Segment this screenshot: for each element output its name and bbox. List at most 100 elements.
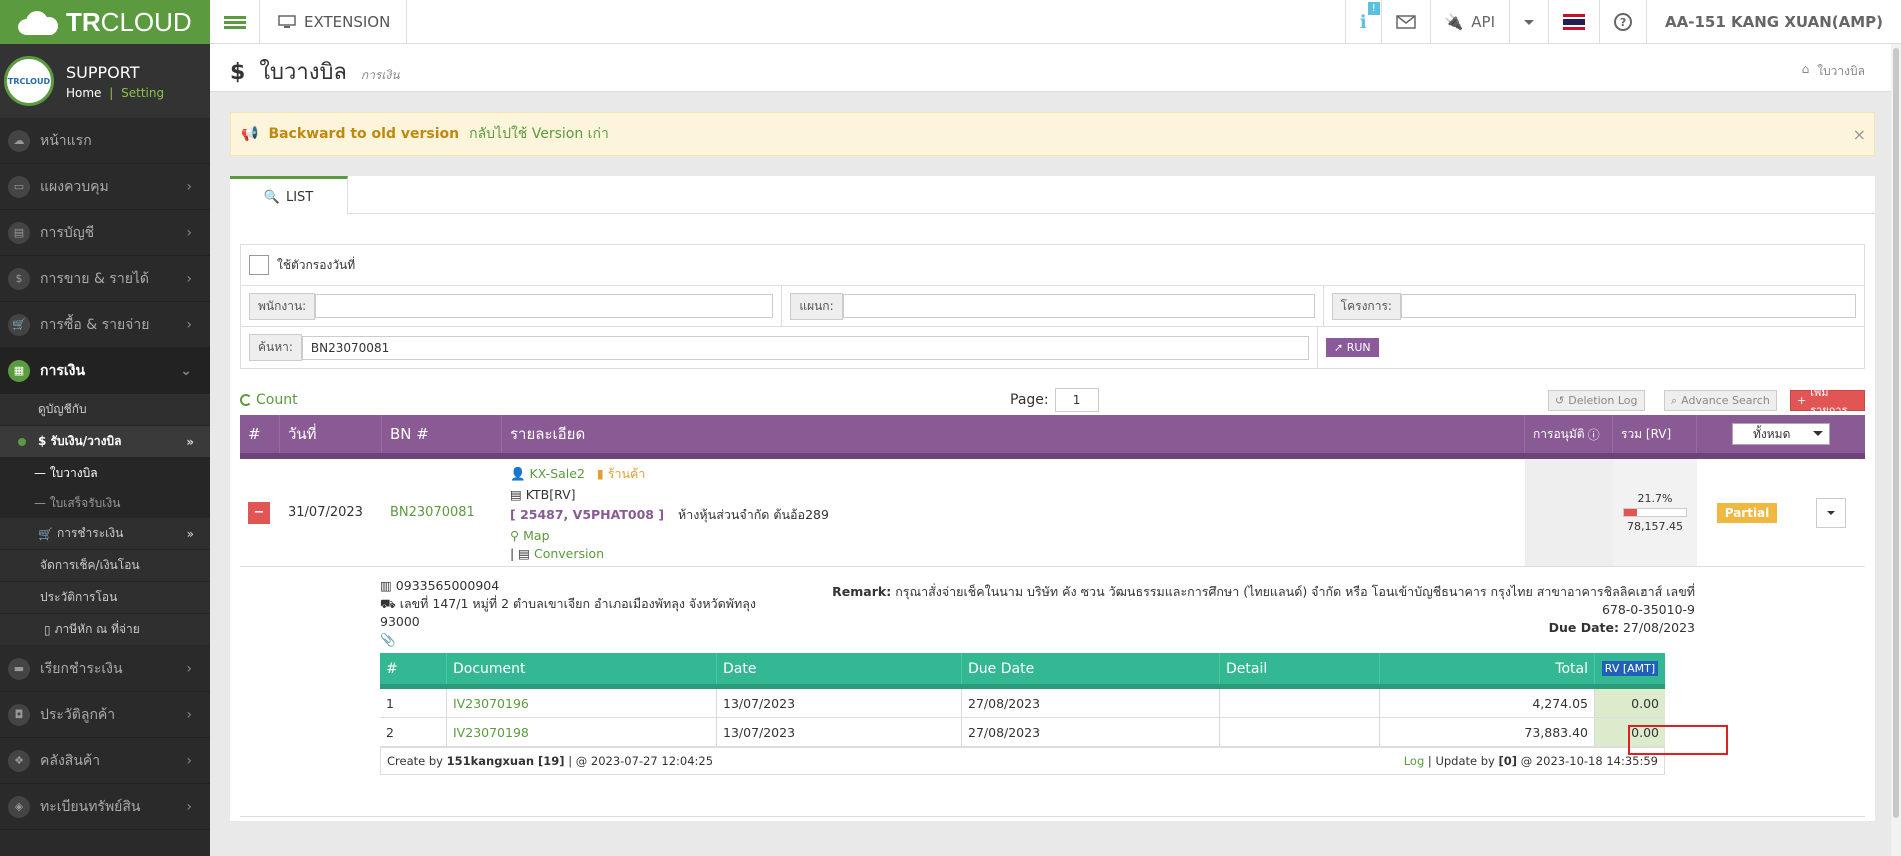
remark-block: Remark: กรุณาสั่งจ่ายเช็คในนาม บริษัท คั…	[825, 583, 1695, 637]
inv-row-due: 27/08/2023	[962, 689, 1220, 717]
close-icon[interactable]: ×	[1853, 125, 1866, 144]
sidebar-sub-label: การชำระเงิน	[56, 526, 124, 540]
expanded-detail: ▥ 0933565000904 ⛟ เลขที่ 147/1 หมู่ที่ 2…	[240, 567, 1865, 817]
chevron-right-icon: ›	[186, 270, 192, 287]
col-bn[interactable]: BN #	[382, 415, 502, 453]
sidebar-item-customer-history[interactable]: ◘ ประวัติลูกค้า ›	[0, 692, 210, 738]
deletion-log-button[interactable]: ↺ Deletion Log	[1548, 390, 1645, 411]
customer-code[interactable]: [ 25487, V5PHAT008 ]	[510, 507, 664, 522]
project-input[interactable]	[1400, 294, 1856, 318]
map-link[interactable]: Map	[523, 528, 549, 543]
date-filter-checkbox[interactable]	[249, 255, 269, 275]
table-row: 2 IV23070198 13/07/2023 27/08/2023 73,88…	[380, 718, 1665, 747]
sidebar-sub2-billing-note[interactable]: — ใบวางบิล	[0, 458, 210, 488]
setting-link[interactable]: Setting	[121, 86, 164, 100]
chevron-right-icon: ›	[186, 706, 192, 723]
inv-row-document-link[interactable]: IV23070198	[447, 718, 717, 746]
avatar[interactable]: TRCLOUD	[4, 56, 54, 106]
inv-row-rv-amount[interactable]: 0.00	[1595, 689, 1665, 717]
col-date[interactable]: วันที่	[280, 415, 382, 453]
sidebar-item-purchase[interactable]: 🛒 การซื้อ & รายจ่าย ›	[0, 302, 210, 348]
chevron-right-icon: ›	[186, 752, 192, 769]
sidebar-item-collection[interactable]: ▬ เรียกชำระเงิน ›	[0, 646, 210, 692]
notification-button[interactable]: ℹ !	[1344, 0, 1381, 44]
status-badge: Partial	[1716, 502, 1778, 523]
sidebar-item-label: ทะเบียนทรัพย์สิน	[40, 798, 141, 815]
invoice-table-header: # Document Date Due Date Detail Total RV…	[380, 653, 1665, 689]
sidebar-item-home[interactable]: ☁ หน้าแรก	[0, 118, 210, 164]
count-button[interactable]: Count	[240, 392, 298, 408]
sidebar-item-accounting[interactable]: ▤ การบัญชี ›	[0, 210, 210, 256]
active-dot-icon	[18, 437, 26, 446]
search-input[interactable]: BN23070081	[301, 335, 1309, 360]
search-icon: ⌕	[1671, 393, 1678, 407]
brand-logo[interactable]: TRCLOUD	[0, 0, 210, 44]
row-bn-link[interactable]: BN23070081	[382, 459, 502, 566]
book-icon: ▤	[8, 221, 30, 244]
status-filter-select[interactable]: ทั้งหมด	[1732, 423, 1830, 445]
user-name: AA-151 KANG XUAN(AMP)	[1665, 13, 1883, 31]
sales-person-link[interactable]: KX-Sale2	[530, 466, 585, 481]
page-scrollbar[interactable]	[1891, 44, 1901, 856]
create-user: 151kangxuan [19]	[446, 754, 565, 768]
conversion-link[interactable]: Conversion	[534, 546, 604, 561]
sidebar-sub-withholding-tax[interactable]: ▯ ภาษีหัก ณ ที่จ่าย	[0, 614, 210, 646]
row-action-dropdown[interactable]	[1816, 497, 1846, 528]
log-link[interactable]: Log	[1404, 754, 1425, 768]
inv-col-due: Due Date	[962, 653, 1220, 684]
collapse-button[interactable]: −	[248, 501, 270, 524]
old-version-link[interactable]: กลับไปใช้ Version เก่า	[469, 123, 609, 145]
api-button[interactable]: 🔌 API	[1429, 0, 1509, 44]
tab-label: LIST	[285, 189, 314, 205]
inv-row-document-link[interactable]: IV23070196	[447, 689, 717, 717]
dropdown-caret-button[interactable]	[1509, 0, 1548, 44]
refresh-icon	[240, 394, 252, 406]
chevron-right-icon: ›	[186, 660, 192, 677]
inv-row-total: 4,274.05	[1380, 689, 1595, 717]
paperclip-icon[interactable]: 📎	[380, 632, 396, 647]
add-item-button[interactable]: + เพิ่มรายการ	[1790, 386, 1865, 417]
audit-footer: Create by 151kangxuan [19] | @ 2023-07-2…	[380, 747, 1665, 775]
sidebar-sub-transfer-history[interactable]: ประวัติการโอน	[0, 582, 210, 614]
run-button[interactable]: ➚ RUN	[1326, 338, 1379, 357]
extension-label: EXTENSION	[304, 13, 391, 31]
help-button[interactable]: ?	[1599, 0, 1646, 44]
sidebar-sub-receive-billing[interactable]: $ รับเงิน/วางบิล »	[0, 426, 210, 458]
home-link[interactable]: Home	[66, 86, 101, 100]
shop-link[interactable]: ร้านค้า	[608, 466, 646, 481]
sidebar-item-sales[interactable]: $ การขาย & รายได้ ›	[0, 256, 210, 302]
page-input[interactable]: 1	[1054, 388, 1099, 412]
inv-row-detail	[1220, 689, 1380, 717]
sidebar-sub-cheque[interactable]: จัดการเช็ค/เงินโอน	[0, 550, 210, 582]
advance-search-button[interactable]: ⌕ Advance Search	[1664, 390, 1777, 411]
cubes-icon: ❖	[8, 749, 30, 772]
caret-down-icon	[1524, 19, 1535, 30]
update-user: [0]	[1498, 754, 1518, 768]
mail-button[interactable]	[1380, 0, 1430, 44]
employee-input[interactable]	[315, 294, 774, 318]
cloud-icon: ☁	[8, 129, 30, 152]
contact-address: เลขที่ 147/1 หมู่ที่ 2 ตำบลเขาเจียก อำเภ…	[380, 596, 756, 629]
menu-toggle-button[interactable]	[210, 0, 260, 44]
home-icon[interactable]: ⌂	[1802, 62, 1810, 81]
calendar-icon: ▦	[8, 359, 30, 382]
sidebar-item-warehouse[interactable]: ❖ คลังสินค้า ›	[0, 738, 210, 784]
language-flag-button[interactable]	[1548, 0, 1599, 44]
sidebar-item-label: การเงิน	[40, 362, 86, 379]
department-input[interactable]	[842, 294, 1315, 318]
page-subtitle: การเงิน	[360, 68, 400, 82]
sidebar-sub2-receipt[interactable]: — ใบเสร็จรับเงิน	[0, 488, 210, 518]
extension-button[interactable]: EXTENSION	[262, 0, 408, 44]
user-menu[interactable]: AA-151 KANG XUAN(AMP)	[1646, 0, 1901, 44]
contact-info: ▥ 0933565000904 ⛟ เลขที่ 147/1 หมู่ที่ 2…	[380, 577, 770, 649]
tab-list[interactable]: 🔍 LIST	[230, 176, 348, 215]
sidebar-item-finance[interactable]: ▦ การเงิน ⌄	[0, 348, 210, 394]
sidebar-item-assets[interactable]: ◈ ทะเบียนทรัพย์สิน ›	[0, 784, 210, 830]
page-label: Page:	[1010, 392, 1049, 408]
approval-cell	[1525, 459, 1613, 566]
sidebar-sub-ledger[interactable]: ดูบัญชีกับ	[0, 394, 210, 426]
sidebar-item-dashboard[interactable]: ▭ แผงควบคุม ›	[0, 164, 210, 210]
sidebar-sub-payment[interactable]: 🛒 การชำระเงิน »	[0, 518, 210, 550]
col-total: รวม [RV]	[1613, 415, 1697, 453]
profile-block: TRCLOUD SUPPORT Home | Setting	[0, 44, 210, 118]
